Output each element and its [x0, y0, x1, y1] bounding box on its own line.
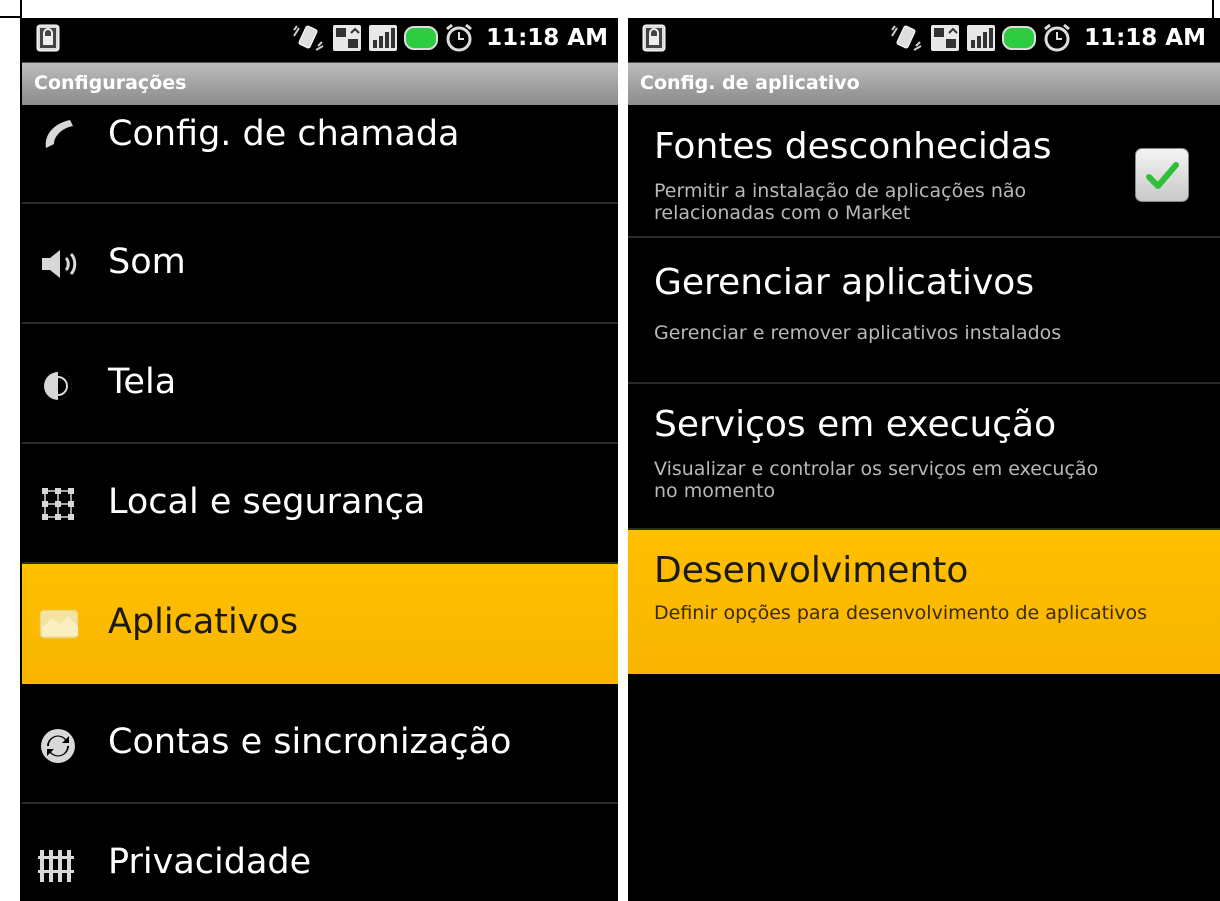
signal-icon [967, 25, 996, 51]
phone-icon [45, 120, 73, 148]
settings-screen: 11:18 AM Configurações Config. de chamad… [22, 18, 618, 901]
settings-item-sound[interactable]: Som [22, 204, 618, 324]
status-icons: 11:18 AM [292, 23, 608, 53]
settings-item-label: Contas e sincronização [108, 722, 512, 762]
pref-running-services[interactable]: Serviços em execução Visualizar e contro… [628, 384, 1220, 530]
screen-divider [618, 18, 628, 901]
apps-icon [39, 609, 79, 639]
vibrate-icon [891, 25, 922, 51]
battery-icon [404, 26, 439, 50]
app-settings-screen: 11:18 AM Config. de aplicativo Fontes de… [628, 18, 1220, 901]
sim-icon [931, 25, 960, 51]
status-bar: 11:18 AM [628, 18, 1220, 58]
battery-icon [1002, 26, 1037, 50]
status-time: 11:18 AM [486, 25, 608, 51]
settings-item-label: Config. de chamada [108, 114, 460, 154]
pref-summary: Visualizar e controlar os serviços em ex… [654, 458, 1099, 502]
settings-item-label: Privacidade [108, 842, 312, 882]
pref-summary: Definir opções para desenvolvimento de a… [654, 602, 1148, 624]
alarm-icon [446, 23, 473, 52]
sim-icon [333, 25, 362, 51]
privacy-icon [38, 850, 74, 882]
page-frame-left [0, 0, 22, 901]
alarm-icon [1044, 23, 1071, 52]
settings-item-applications[interactable]: Aplicativos [22, 564, 618, 684]
page-frame [0, 0, 1220, 18]
sync-icon [41, 729, 75, 763]
pref-title: Gerenciar aplicativos [654, 262, 1035, 303]
pref-summary: Permitir a instalação de aplicações não … [654, 180, 1027, 224]
screen-title: Configurações [34, 72, 187, 94]
checkmark-icon [1146, 162, 1179, 189]
lock-icon[interactable] [642, 24, 666, 52]
status-time: 11:18 AM [1084, 25, 1206, 51]
pref-summary: Gerenciar e remover aplicativos instalad… [654, 322, 1062, 344]
speaker-icon [42, 250, 77, 278]
app-settings-list: Fontes desconhecidas Permitir a instalaç… [628, 104, 1220, 674]
settings-item-display[interactable]: Tela [22, 324, 618, 444]
settings-item-label: Tela [108, 362, 177, 402]
pref-title: Desenvolvimento [654, 550, 969, 591]
pref-development[interactable]: Desenvolvimento Definir opções para dese… [628, 530, 1220, 674]
settings-item-accounts-sync[interactable]: Contas e sincronização [22, 684, 618, 804]
screen-title-bar: Configurações [22, 62, 618, 105]
settings-item-label: Aplicativos [108, 602, 299, 642]
status-bar: 11:18 AM [22, 18, 618, 58]
status-icons: 11:18 AM [890, 23, 1206, 53]
pref-unknown-sources[interactable]: Fontes desconhecidas Permitir a instalaç… [628, 104, 1220, 238]
settings-item-privacy[interactable]: Privacidade [22, 804, 618, 901]
page-frame-corner [0, 0, 22, 18]
unknown-sources-checkbox[interactable] [1135, 148, 1189, 202]
settings-item-location-security[interactable]: Local e segurança [22, 444, 618, 564]
signal-icon [369, 25, 398, 51]
screen-title: Config. de aplicativo [640, 72, 860, 94]
lock-icon[interactable] [36, 24, 60, 52]
brightness-icon [44, 372, 72, 400]
pref-manage-applications[interactable]: Gerenciar aplicativos Gerenciar e remove… [628, 238, 1220, 384]
pref-title: Serviços em execução [654, 404, 1057, 445]
grid-icon [42, 488, 74, 520]
settings-item-label: Som [108, 242, 186, 282]
pref-title: Fontes desconhecidas [654, 126, 1052, 167]
screen-title-bar: Config. de aplicativo [628, 62, 1220, 105]
settings-list: Config. de chamada Som Tela Local e segu… [22, 104, 618, 901]
settings-item-call[interactable]: Config. de chamada [22, 104, 618, 204]
vibrate-icon [293, 25, 324, 51]
page-frame-right-cap [1212, 0, 1220, 18]
settings-item-label: Local e segurança [108, 482, 426, 522]
